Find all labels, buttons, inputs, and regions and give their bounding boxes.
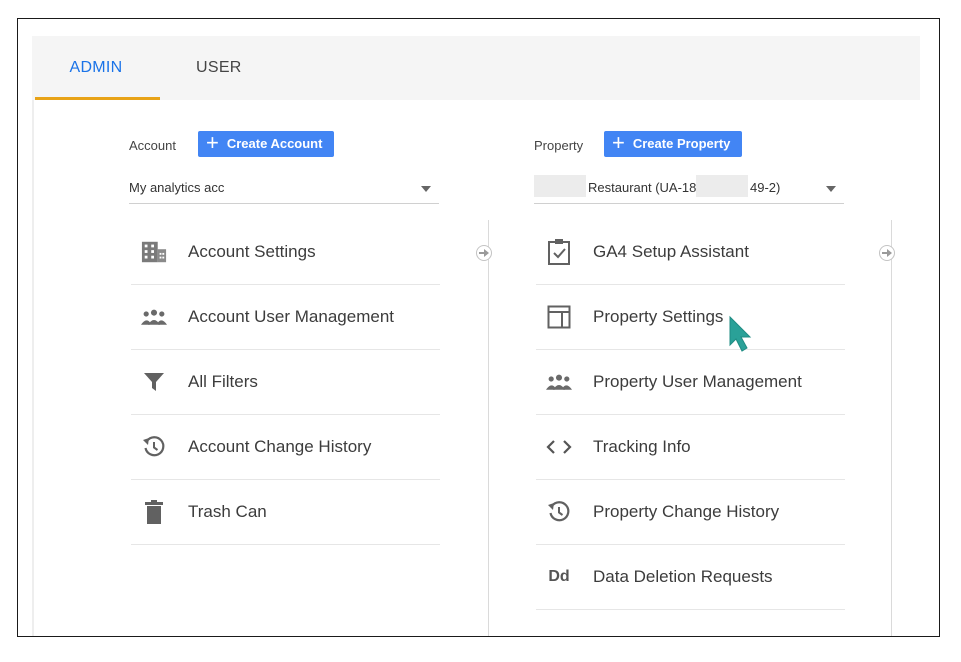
tab-bar: ADMIN USER bbox=[32, 36, 920, 100]
dropdown-caret-icon bbox=[826, 186, 836, 192]
data-deletion-requests-item[interactable]: Dd Data Deletion Requests bbox=[536, 545, 845, 610]
account-menu: Account Settings Account User Management… bbox=[131, 220, 440, 545]
property-settings-label: Property Settings bbox=[593, 307, 724, 326]
property-settings-item[interactable]: Property Settings bbox=[536, 285, 845, 350]
admin-panel: ADMIN USER Account + Create Account My an… bbox=[17, 18, 940, 637]
property-menu: GA4 Setup Assistant Property Settings Pr… bbox=[536, 220, 845, 610]
redacted-area bbox=[534, 175, 586, 197]
account-user-management-item[interactable]: Account User Management bbox=[131, 285, 440, 350]
tab-admin[interactable]: ADMIN bbox=[32, 36, 160, 100]
layout-icon bbox=[546, 305, 572, 329]
property-user-management-label: Property User Management bbox=[593, 372, 802, 391]
history-icon bbox=[141, 435, 167, 459]
plus-icon: + bbox=[612, 130, 625, 155]
account-user-management-label: Account User Management bbox=[188, 307, 394, 326]
account-change-history-label: Account Change History bbox=[188, 437, 372, 456]
dd-icon-text: Dd bbox=[548, 568, 570, 585]
tab-active-indicator bbox=[35, 97, 160, 100]
people-icon bbox=[546, 370, 572, 394]
property-selected-prefix: Restaurant (UA-18 bbox=[588, 180, 697, 195]
account-settings-label: Account Settings bbox=[188, 242, 316, 261]
clipboard-check-icon bbox=[546, 239, 572, 265]
create-account-button[interactable]: + Create Account bbox=[198, 130, 335, 157]
building-icon bbox=[141, 240, 167, 264]
create-property-button[interactable]: + Create Property bbox=[604, 130, 743, 157]
redacted-area bbox=[696, 175, 748, 197]
data-deletion-requests-label: Data Deletion Requests bbox=[593, 567, 773, 586]
property-change-history-item[interactable]: Property Change History bbox=[536, 480, 845, 545]
history-icon bbox=[546, 500, 572, 524]
tracking-info-item[interactable]: Tracking Info bbox=[536, 415, 845, 480]
trash-can-item[interactable]: Trash Can bbox=[131, 480, 440, 545]
dd-icon: Dd bbox=[546, 565, 572, 589]
all-filters-label: All Filters bbox=[188, 372, 258, 391]
trash-icon bbox=[141, 500, 167, 524]
account-settings-item[interactable]: Account Settings bbox=[131, 220, 440, 285]
plus-icon: + bbox=[206, 130, 219, 155]
trash-can-label: Trash Can bbox=[188, 502, 267, 521]
column-divider-account bbox=[488, 220, 489, 636]
account-label: Account bbox=[129, 138, 176, 153]
property-label: Property bbox=[534, 138, 584, 153]
property-selected-suffix: 49-2) bbox=[750, 180, 781, 195]
arrow-right-icon bbox=[882, 249, 892, 257]
create-account-label: Create Account bbox=[226, 136, 323, 151]
expand-arrow-account[interactable] bbox=[476, 245, 492, 261]
column-divider-property bbox=[891, 220, 892, 636]
tracking-info-label: Tracking Info bbox=[593, 437, 691, 456]
create-property-label: Create Property bbox=[632, 136, 731, 151]
tab-admin-label: ADMIN bbox=[69, 59, 123, 76]
account-change-history-item[interactable]: Account Change History bbox=[131, 415, 440, 480]
code-icon bbox=[546, 435, 572, 459]
people-icon bbox=[141, 305, 167, 329]
filter-icon bbox=[141, 370, 167, 394]
property-change-history-label: Property Change History bbox=[593, 502, 780, 521]
all-filters-item[interactable]: All Filters bbox=[131, 350, 440, 415]
account-selected-value: My analytics acc bbox=[129, 180, 225, 195]
property-selector[interactable]: Restaurant (UA-18 49-2) bbox=[534, 174, 844, 204]
left-divider bbox=[32, 100, 34, 636]
mouse-cursor-icon bbox=[728, 315, 754, 358]
dropdown-caret-icon bbox=[421, 186, 431, 192]
expand-arrow-property[interactable] bbox=[879, 245, 895, 261]
ga4-setup-assistant-label: GA4 Setup Assistant bbox=[593, 242, 749, 261]
tab-user[interactable]: USER bbox=[196, 36, 242, 100]
ga4-setup-assistant-item[interactable]: GA4 Setup Assistant bbox=[536, 220, 845, 285]
tab-user-label: USER bbox=[196, 59, 242, 76]
property-user-management-item[interactable]: Property User Management bbox=[536, 350, 845, 415]
account-selector[interactable]: My analytics acc bbox=[129, 174, 439, 204]
arrow-right-icon bbox=[479, 249, 489, 257]
